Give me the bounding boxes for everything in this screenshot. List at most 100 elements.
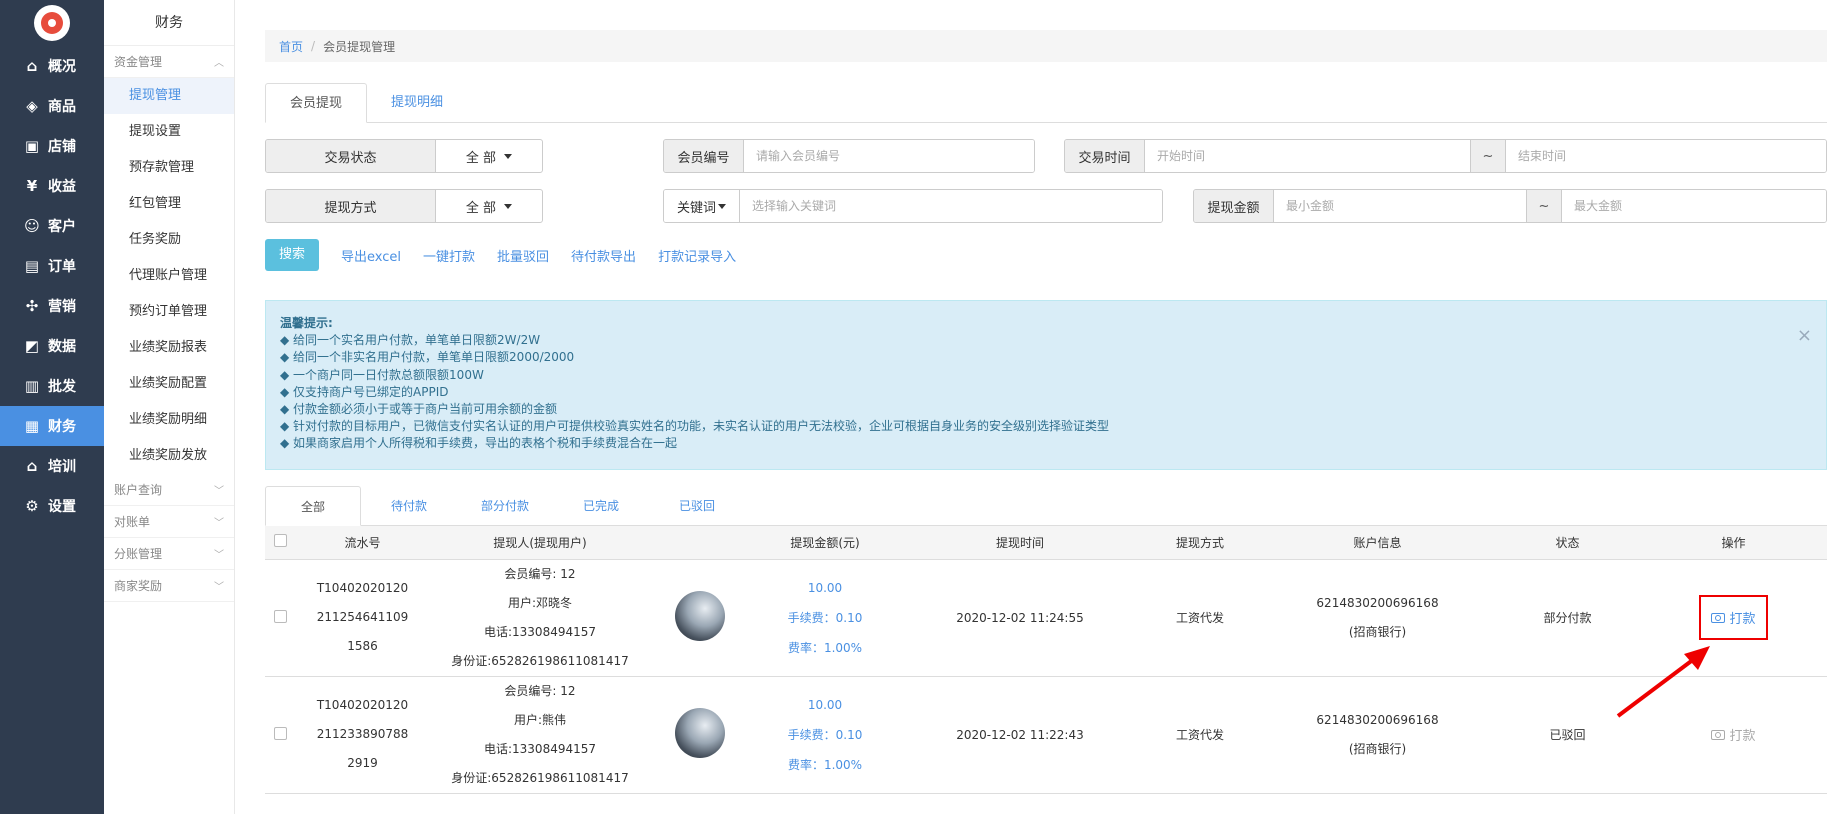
main-content: 首页 / 会员提现管理 会员提现 提现明细 交易状态 全 部 会员编号 交易时间… — [265, 0, 1827, 814]
alert-title: 温馨提示: — [280, 316, 333, 330]
app-logo[interactable] — [0, 0, 104, 46]
keyword-type-select[interactable]: 关键词 — [664, 190, 740, 222]
caret-down-icon — [504, 153, 513, 159]
tab-partial[interactable]: 部分付款 — [457, 486, 553, 526]
sub-menu-group[interactable]: 账户查询 ﹀ — [104, 474, 234, 506]
breadcrumb: 首页 / 会员提现管理 — [265, 30, 1827, 62]
nav-item-batch[interactable]: ▥ 批发 — [0, 366, 104, 406]
nav-item-gift[interactable]: ✣ 营销 — [0, 286, 104, 326]
user-id-card: 身份证:652826198611081417 — [451, 653, 629, 668]
start-time-input[interactable] — [1145, 140, 1470, 172]
nav-item-label: 客户 — [48, 219, 76, 235]
end-time-input[interactable] — [1506, 140, 1826, 172]
nav-item-label: 概况 — [48, 59, 76, 75]
nav-item-user[interactable]: ☺ 客户 — [0, 206, 104, 246]
pay-button[interactable]: 打款 — [1699, 595, 1768, 640]
member-no: 会员编号: 12 — [504, 683, 576, 698]
max-amount-input[interactable] — [1562, 190, 1826, 222]
trade-time-label: 交易时间 — [1065, 140, 1145, 172]
select-all-checkbox[interactable] — [273, 534, 287, 548]
sub-menu-item[interactable]: 业绩奖励报表 — [104, 330, 234, 366]
method-select[interactable]: 全 部 — [436, 190, 542, 222]
breadcrumb-home[interactable]: 首页 — [279, 38, 303, 55]
gear-icon: ⚙ — [25, 497, 39, 515]
status-tabs: 全部 待付款 部分付款 已完成 已驳回 — [265, 486, 1827, 526]
sub-menu-item[interactable]: 提现设置 — [104, 114, 234, 150]
nav-item-store[interactable]: ▣ 店铺 — [0, 126, 104, 166]
group-fund-management[interactable]: 资金管理 ︿ — [104, 46, 234, 78]
time-cell: 2020-12-02 11:22:43 — [900, 676, 1140, 794]
alert-line: ◆ 仅支持商户号已绑定的APPID — [280, 384, 449, 399]
chart-icon: ◩ — [24, 337, 40, 355]
nav-item-finance[interactable]: ▦ 财务 — [0, 406, 104, 446]
close-icon[interactable]: × — [1797, 326, 1812, 344]
tab-pending[interactable]: 待付款 — [361, 486, 457, 526]
one-click-pay-link[interactable]: 一键打款 — [423, 246, 475, 265]
row-checkbox[interactable] — [273, 726, 287, 740]
sub-menu-item[interactable]: 业绩奖励明细 — [104, 402, 234, 438]
serial-cell: T10402020120 211254641109 1586 — [295, 559, 430, 677]
account-number: 6214830200696168 — [1316, 712, 1439, 727]
pay-button[interactable]: 打款 — [1711, 725, 1756, 744]
batch-reject-link[interactable]: 批量驳回 — [497, 246, 549, 265]
nav-item-gear[interactable]: ⚙ 设置 — [0, 486, 104, 526]
nav-item-order[interactable]: ▤ 订单 — [0, 246, 104, 286]
sub-menu-item[interactable]: 任务奖励 — [104, 222, 234, 258]
member-no-input[interactable] — [744, 140, 1034, 172]
alert-line: ◆ 一个商户同一日付款总额限额100W — [280, 367, 484, 382]
order-icon: ▤ — [24, 257, 40, 275]
keyword-filter: 关键词 — [663, 189, 1163, 223]
sub-menu-item[interactable]: 业绩奖励发放 — [104, 438, 234, 474]
serial-line: T10402020120 — [316, 581, 409, 595]
sub-menu-item[interactable]: 业绩奖励配置 — [104, 366, 234, 402]
nav-item-home[interactable]: ⌂ 概况 — [0, 46, 104, 86]
min-amount-input[interactable] — [1274, 190, 1526, 222]
nav-item-yen[interactable]: ¥ 收益 — [0, 166, 104, 206]
sub-menu: 财务 资金管理 ︿ 提现管理 提现设置 预存款管理 红包管理 任务奖励 代理账户管理 预约订… — [104, 0, 235, 814]
sub-menu-group[interactable]: 商家奖励 ﹀ — [104, 570, 234, 602]
tab-member-withdraw[interactable]: 会员提现 — [265, 83, 368, 123]
caret-down-icon — [718, 203, 726, 209]
keyword-type-value: 关键词 — [676, 200, 716, 216]
sub-menu-group[interactable]: 分账管理 ﹀ — [104, 538, 234, 570]
keyword-input[interactable] — [740, 190, 1162, 222]
sub-menu-group[interactable]: 对账单 ﹀ — [104, 506, 234, 538]
trade-status-select[interactable]: 全 部 — [436, 140, 542, 172]
sub-menu-item[interactable]: 预存款管理 — [104, 150, 234, 186]
export-pending-link[interactable]: 待付款导出 — [571, 246, 636, 265]
tab-completed[interactable]: 已完成 — [553, 486, 649, 526]
sub-menu-item[interactable]: 提现管理 — [104, 78, 234, 114]
bank-name: (招商银行) — [1348, 741, 1407, 756]
nav-item-label: 设置 — [48, 499, 76, 515]
method-cell: 工资代发 — [1140, 676, 1260, 794]
tab-withdraw-detail[interactable]: 提现明细 — [367, 83, 467, 123]
nav-item-training[interactable]: ⌂ 培训 — [0, 446, 104, 486]
col-method: 提现方式 — [1140, 526, 1260, 560]
export-excel-link[interactable]: 导出excel — [341, 246, 401, 265]
serial-line: T10402020120 — [316, 698, 409, 712]
nav-item-label: 店铺 — [48, 139, 76, 155]
search-button[interactable]: 搜索 — [265, 239, 320, 271]
tab-all[interactable]: 全部 — [265, 486, 361, 526]
sub-menu-item[interactable]: 预约订单管理 — [104, 294, 234, 330]
sub-menu-item[interactable]: 红包管理 — [104, 186, 234, 222]
nav-item-chart[interactable]: ◩ 数据 — [0, 326, 104, 366]
method-cell: 工资代发 — [1140, 559, 1260, 677]
trade-time-filter: 交易时间 ~ — [1064, 139, 1827, 173]
serial-line: 211233890788 — [316, 727, 409, 741]
col-account: 账户信息 — [1260, 526, 1495, 560]
user-phone: 电话:13308494157 — [483, 741, 597, 756]
row-checkbox[interactable] — [273, 609, 287, 623]
tab-rejected[interactable]: 已驳回 — [649, 486, 745, 526]
sub-menu-item[interactable]: 代理账户管理 — [104, 258, 234, 294]
amount-label: 提现金额 — [1194, 190, 1274, 222]
table-row: T10402020120 211233890788 2919 会员编号: 12 … — [265, 676, 1827, 794]
chevron-up-icon: ︿ — [214, 58, 224, 69]
account-cell: 6214830200696168 (招商银行) — [1260, 676, 1495, 794]
group-label: 分账管理 — [114, 547, 163, 561]
col-time: 提现时间 — [900, 526, 1140, 560]
nav-item-tag[interactable]: ◈ 商品 — [0, 86, 104, 126]
nav-item-label: 商品 — [48, 99, 76, 115]
import-pay-records-link[interactable]: 打款记录导入 — [658, 246, 736, 265]
fee-value: 手续费：0.10 — [787, 610, 863, 625]
